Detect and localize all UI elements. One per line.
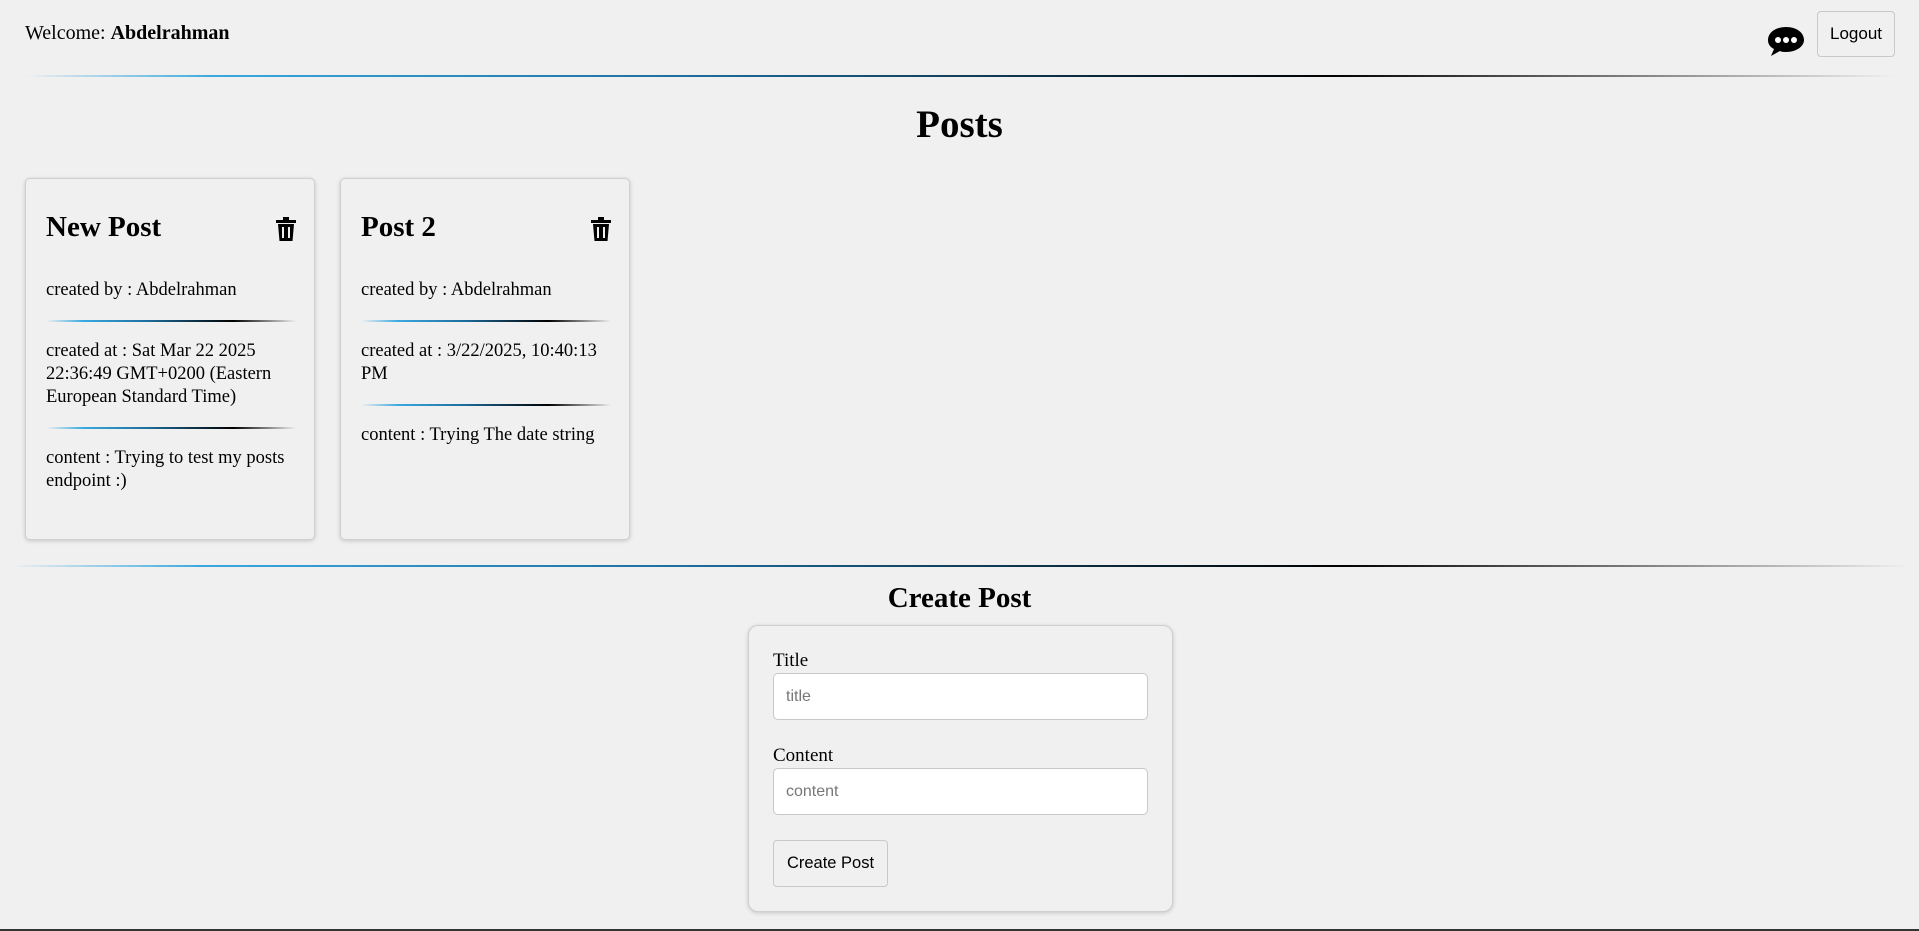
post-body: created by : Abdelrahman created at : Sa… — [46, 279, 296, 493]
delete-post-button[interactable] — [591, 217, 611, 241]
post-divider — [46, 320, 296, 322]
username: Abdelrahman — [110, 22, 230, 44]
logout-button[interactable]: Logout — [1817, 11, 1895, 57]
chat-button[interactable] — [1766, 24, 1806, 58]
title-label: Title — [773, 650, 809, 671]
welcome-message: Welcome: Abdelrahman — [25, 22, 229, 45]
trash-icon — [591, 217, 611, 241]
header-divider — [25, 75, 1895, 77]
post-card: New Post created by : Abdelrahman create… — [25, 178, 315, 540]
create-post-button[interactable]: Create Post — [773, 840, 888, 887]
content-input[interactable] — [773, 768, 1148, 815]
post-created-at: created at : 3/22/2025, 10:40:13 PM — [361, 341, 597, 384]
post-divider — [46, 427, 296, 429]
post-created-by: created by : Abdelrahman — [46, 280, 237, 300]
post-content: content : Trying The date string — [361, 425, 595, 445]
page-title: Posts — [916, 103, 1003, 146]
create-post-heading: Create Post — [887, 582, 1032, 614]
delete-post-button[interactable] — [276, 217, 296, 241]
content-label: Content — [773, 745, 834, 766]
post-card: Post 2 created by : Abdelrahman created … — [340, 178, 630, 540]
post-title: New Post — [46, 211, 162, 243]
post-created-by: created by : Abdelrahman — [361, 280, 552, 300]
chat-bubble-icon — [1768, 27, 1804, 56]
title-input[interactable] — [773, 673, 1148, 720]
post-title: Post 2 — [361, 211, 436, 243]
post-body: created by : Abdelrahman created at : 3/… — [361, 279, 611, 447]
create-post-form: Title Content Create Post — [748, 625, 1173, 912]
section-divider — [10, 565, 1910, 567]
post-content: content : Trying to test my posts endpoi… — [46, 448, 285, 491]
post-divider — [361, 320, 611, 322]
welcome-label: Welcome: — [25, 22, 111, 44]
trash-icon — [276, 217, 296, 241]
top-bar: Welcome: Abdelrahman Logout — [0, 0, 1919, 70]
post-created-at: created at : Sat Mar 22 2025 22:36:49 GM… — [46, 341, 272, 407]
post-divider — [361, 404, 611, 406]
